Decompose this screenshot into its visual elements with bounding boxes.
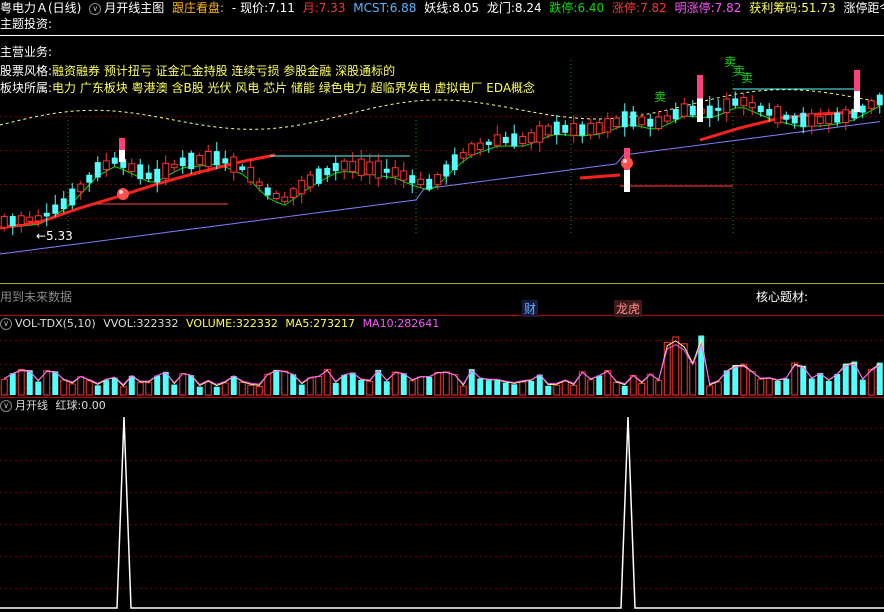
cai-badge[interactable]: 财 <box>522 300 539 317</box>
hongqiu-value: 0.00 <box>81 399 106 412</box>
vvol-value: 322332 <box>136 317 179 330</box>
volume-header: ∨ VOL-TDX(5,10) VVOL:322332 VOLUME:322332… <box>0 317 443 331</box>
core-theme-label: 核心题材: <box>756 290 809 304</box>
low-price-marker: ←5.33 <box>36 229 73 243</box>
volume-indicator-title[interactable]: VOL-TDX(5,10) <box>15 317 96 331</box>
vvol-label: VVOL: <box>103 317 137 330</box>
red-ball-marker <box>621 157 633 169</box>
longhu-badge[interactable]: 龙虎 <box>614 300 643 317</box>
volume-label: VOLUME: <box>186 317 236 330</box>
signal-header: ∨ 月开线 红球:0.00 <box>0 399 110 413</box>
sell-label: 卖 <box>654 90 667 104</box>
ma5-label: MA5: <box>285 317 314 330</box>
red-ball-marker <box>117 188 129 200</box>
ma10-label: MA10: <box>362 317 398 330</box>
ma10-value: 282641 <box>397 317 440 330</box>
future-data-text: 用到未来数据 <box>0 290 73 304</box>
signal-indicator-title[interactable]: 月开线 <box>15 399 48 413</box>
chevron-down-icon[interactable]: ∨ <box>0 400 12 412</box>
volume-value: 322332 <box>235 317 278 330</box>
sell-label: 卖 <box>741 71 754 85</box>
kline-chart[interactable] <box>0 0 884 612</box>
chevron-down-icon[interactable]: ∨ <box>0 318 12 330</box>
ma5-value: 273217 <box>313 317 356 330</box>
hongqiu-label: 红球: <box>55 399 82 412</box>
